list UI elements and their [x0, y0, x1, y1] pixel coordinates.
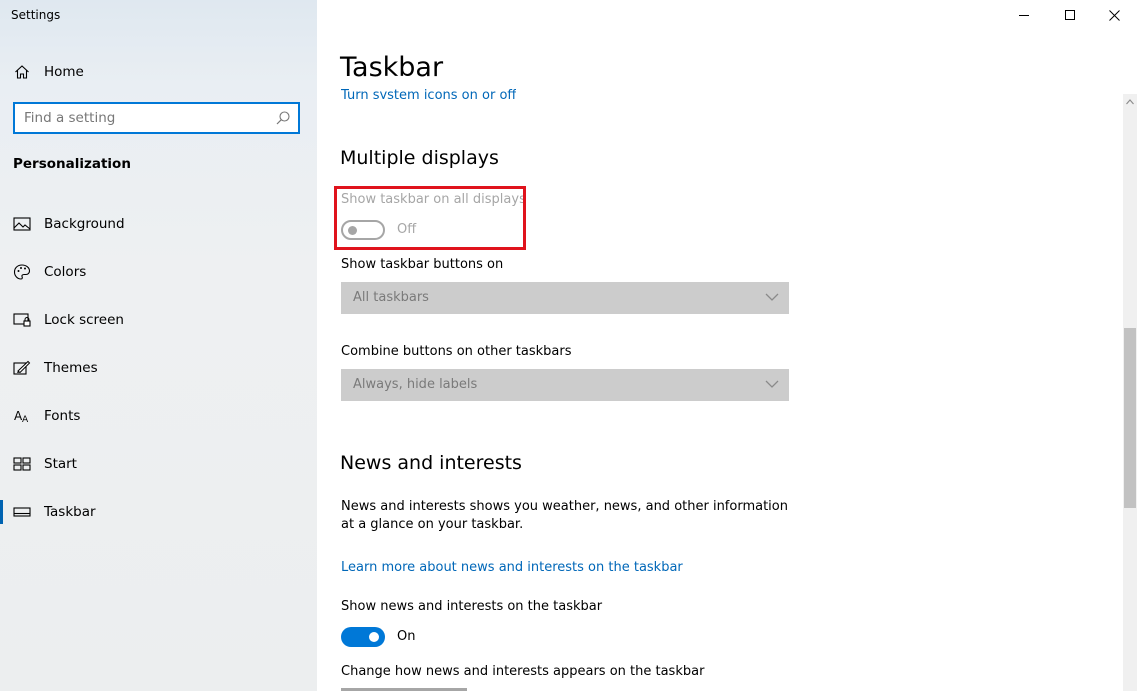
sidebar-item-background[interactable]: Background	[0, 202, 317, 246]
sidebar-item-lock-screen[interactable]: Lock screen	[0, 298, 317, 342]
scrollbar[interactable]	[1123, 94, 1137, 691]
news-description: News and interests shows you weather, ne…	[341, 499, 788, 532]
start-icon	[12, 454, 32, 474]
learn-more-link[interactable]: Learn more about news and interests on t…	[341, 560, 683, 575]
search-input[interactable]	[15, 104, 265, 132]
scrollbar-thumb[interactable]	[1124, 328, 1136, 508]
fonts-icon: AA	[12, 406, 32, 426]
sidebar-item-label: Fonts	[44, 408, 81, 424]
sidebar-item-start[interactable]: Start	[0, 442, 317, 486]
sidebar: Settings Home Personalization Background…	[0, 0, 317, 691]
search-box[interactable]	[13, 102, 300, 134]
home-icon	[12, 62, 32, 82]
chevron-down-icon	[765, 293, 779, 301]
page-title: Taskbar	[340, 52, 444, 83]
show-news-state: On	[397, 629, 416, 644]
maximize-button[interactable]	[1047, 0, 1093, 30]
combine-dropdown[interactable]: Always, hide labels	[341, 369, 789, 401]
main-content: Taskbar Turn system icons on or off Mult…	[317, 0, 1137, 691]
search-icon[interactable]	[275, 110, 291, 126]
chevron-down-icon	[765, 380, 779, 388]
sidebar-item-label: Taskbar	[44, 504, 96, 520]
picture-icon	[12, 214, 32, 234]
app-title: Settings	[11, 8, 61, 22]
buttons-on-dropdown[interactable]: All taskbars	[341, 282, 789, 314]
sidebar-item-label: Background	[44, 216, 125, 232]
close-button[interactable]	[1091, 0, 1137, 30]
scroll-up-arrow-icon[interactable]	[1123, 94, 1137, 110]
show-news-label: Show news and interests on the taskbar	[341, 599, 603, 614]
taskbar-icon	[12, 502, 32, 522]
system-icons-link[interactable]: Turn system icons on or off	[341, 85, 516, 99]
buttons-on-value: All taskbars	[353, 290, 429, 305]
sidebar-item-taskbar[interactable]: Taskbar	[0, 490, 317, 534]
section-title: Personalization	[13, 156, 131, 172]
sidebar-item-label: Colors	[44, 264, 87, 280]
combine-label: Combine buttons on other taskbars	[341, 344, 572, 359]
sidebar-item-home[interactable]: Home	[0, 50, 317, 94]
svg-text:A: A	[22, 415, 29, 424]
news-heading: News and interests	[340, 452, 522, 474]
minimize-button[interactable]	[1001, 0, 1047, 30]
lock-screen-icon	[12, 310, 32, 330]
sidebar-item-themes[interactable]: Themes	[0, 346, 317, 390]
brush-icon	[12, 358, 32, 378]
minimize-icon	[1019, 15, 1029, 16]
close-icon	[1108, 9, 1120, 21]
combine-value: Always, hide labels	[353, 377, 478, 392]
sidebar-item-colors[interactable]: Colors	[0, 250, 317, 294]
multiple-displays-heading: Multiple displays	[340, 147, 499, 169]
maximize-icon	[1065, 10, 1075, 20]
sidebar-item-label: Lock screen	[44, 312, 124, 328]
buttons-on-label: Show taskbar buttons on	[341, 257, 504, 272]
sidebar-item-label: Start	[44, 456, 77, 472]
show-news-toggle[interactable]	[341, 627, 385, 647]
change-news-label: Change how news and interests appears on…	[341, 664, 705, 679]
sidebar-item-label: Home	[44, 64, 84, 80]
toggle-knob	[369, 632, 379, 642]
sidebar-item-label: Themes	[44, 360, 98, 376]
highlight-box	[334, 186, 526, 250]
active-indicator	[0, 500, 3, 524]
palette-icon	[12, 262, 32, 282]
sidebar-item-fonts[interactable]: AA Fonts	[0, 394, 317, 438]
